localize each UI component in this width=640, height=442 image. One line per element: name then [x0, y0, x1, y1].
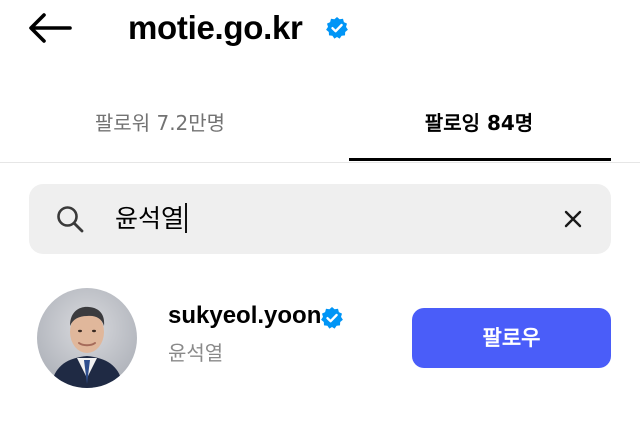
- search-input[interactable]: 윤석열: [115, 198, 188, 240]
- full-name: 윤석열: [168, 341, 224, 365]
- username[interactable]: sukyeol.yoon: [168, 300, 321, 332]
- tab-following[interactable]: 팔로잉 84명: [334, 88, 624, 160]
- text-caret: [185, 203, 188, 233]
- search-bar[interactable]: 윤석열: [29, 184, 611, 254]
- avatar[interactable]: [37, 288, 137, 388]
- search-icon: [57, 206, 84, 233]
- search-result-row[interactable]: sukyeol.yoon 윤석열 팔로우: [0, 282, 640, 402]
- close-icon: [564, 210, 582, 228]
- arrow-left-icon: [29, 13, 72, 43]
- follow-tabs: 팔로워 7.2만명 팔로잉 84명: [0, 88, 640, 164]
- top-bar: motie.go.kr: [0, 0, 640, 60]
- clear-search-button[interactable]: [559, 205, 587, 233]
- page-title: motie.go.kr: [128, 9, 303, 46]
- profile-photo-icon: [37, 288, 137, 388]
- verified-badge-icon: [321, 307, 343, 329]
- follow-button[interactable]: 팔로우: [412, 308, 611, 368]
- search-query: 윤석열: [115, 204, 185, 233]
- tab-followers[interactable]: 팔로워 7.2만명: [15, 88, 305, 160]
- verified-badge-icon: [326, 17, 348, 39]
- active-tab-indicator: [349, 158, 611, 161]
- tab-divider: [0, 162, 640, 163]
- back-button[interactable]: [26, 10, 74, 46]
